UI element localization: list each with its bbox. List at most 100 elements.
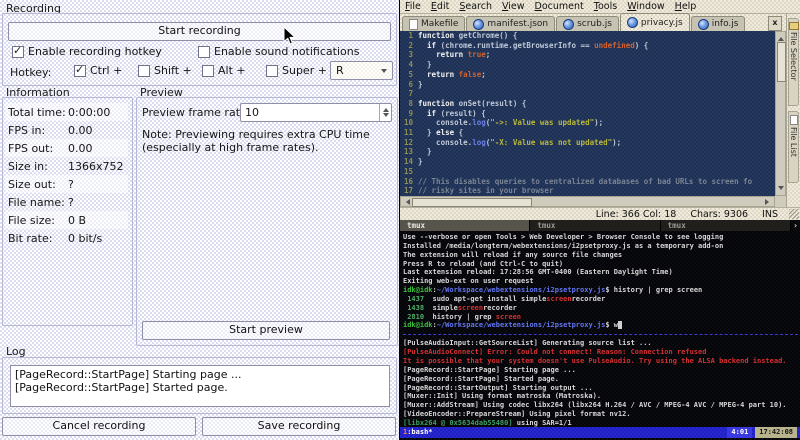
terminal-line: [Muxer::AddStream] Using codec libx264 (…: [403, 401, 787, 410]
info-value: 0:00:00: [68, 105, 111, 119]
spinbox-arrows[interactable]: [379, 104, 391, 121]
line-number: 10: [403, 118, 413, 128]
editor-tab-manifest.json[interactable]: manifest.json: [466, 16, 556, 31]
cancel-recording-button[interactable]: Cancel recording: [2, 417, 196, 436]
menu-search[interactable]: Search: [454, 0, 497, 13]
tmux-window-name[interactable]: :bash*: [407, 427, 432, 438]
terminal-line: [PageRecord::StartPage] Started page.: [403, 374, 559, 383]
editor-tab-Makefile[interactable]: Makefile: [402, 16, 466, 31]
hotkey-key-dropdown[interactable]: R: [330, 61, 393, 80]
resize-grip[interactable]: [789, 209, 799, 219]
horizontal-scrollbar[interactable]: [400, 196, 775, 207]
horizontal-scrollbar-thumb[interactable]: [412, 198, 532, 207]
info-label: Bit rate:: [8, 231, 53, 245]
hotkey-label: Hotkey:: [10, 66, 52, 79]
info-row: FPS out: 0.00: [5, 139, 128, 157]
line-number: 7: [408, 89, 413, 99]
scroll-down-icon[interactable]: [778, 186, 784, 193]
hotkey-mod-shift[interactable]: Shift +: [138, 64, 202, 77]
tmux-status-clock: 17:42:08: [755, 427, 797, 438]
preview-note-line1: Note: Previewing requires extra CPU time: [142, 128, 370, 141]
log-textarea[interactable]: [PageRecord::StartPage] Starting page ..…: [10, 365, 390, 407]
terminal-line: 2810 history | grep screen: [403, 312, 522, 321]
modifier-label: Shift +: [154, 64, 192, 77]
editor-window: File Edit Search View Document Tools Window Hel…: [400, 0, 800, 220]
menu-mnemonic: W: [627, 1, 637, 12]
code-area[interactable]: 1 function getChrome() {2 if (chrome.runt…: [400, 31, 775, 196]
start-recording-button[interactable]: Start recording: [8, 22, 391, 41]
enable-hotkey-checkbox[interactable]: Enable recording hotkey: [12, 44, 162, 58]
info-value: 0 bit/s: [68, 231, 103, 245]
scroll-right-icon[interactable]: [765, 199, 772, 205]
status-line-col: Line: 366 Col: 18: [595, 208, 677, 220]
file-list-side-tab[interactable]: File List: [788, 111, 799, 183]
code-line: 6}: [400, 80, 775, 90]
line-number: 5: [408, 69, 413, 79]
hotkey-mod-alt[interactable]: Alt +: [202, 64, 266, 77]
code-line: 14}: [400, 157, 775, 167]
script-file-icon: [473, 18, 485, 30]
enable-sound-checkbox[interactable]: Enable sound notifications: [198, 45, 359, 58]
terminal-tab-3[interactable]: tmux: [660, 220, 791, 231]
terminal-window: tmux tmux tmux › Use --verbose or open Tool…: [400, 220, 800, 440]
modifier-checkbox-box[interactable]: [266, 64, 278, 77]
enable-sound-checkbox-box[interactable]: [198, 45, 210, 58]
info-value: 0 B: [68, 213, 87, 227]
mouse-cursor: [283, 26, 296, 45]
vertical-scrollbar[interactable]: [775, 31, 786, 196]
line-number: 17: [403, 186, 413, 196]
info-label: File name:: [8, 195, 65, 209]
editor-tab-scrub.js[interactable]: scrub.js: [556, 16, 619, 31]
menu-document[interactable]: Document: [530, 0, 589, 13]
info-label: Size out:: [8, 177, 56, 191]
file-selector-side-tab[interactable]: File Selector: [788, 18, 799, 106]
line-number: 14: [403, 157, 413, 167]
menu-tools[interactable]: Tools: [589, 0, 622, 13]
terminal-line: [PageRecord::StartOutput] Starting outpu…: [403, 383, 593, 392]
menu-help[interactable]: Help: [670, 0, 702, 13]
editor-tab-privacy.js[interactable]: privacy.js: [619, 13, 690, 31]
info-row: Total time: 0:00:00: [5, 103, 128, 121]
tab-label: Makefile: [421, 19, 459, 29]
plain-file-icon: [409, 18, 418, 30]
start-preview-button[interactable]: Start preview: [142, 321, 390, 340]
modifier-checkbox-box[interactable]: [202, 64, 214, 77]
enable-hotkey-checkbox-box[interactable]: [12, 44, 24, 58]
save-recording-button[interactable]: Save recording: [202, 417, 396, 436]
spin-down-icon[interactable]: [382, 113, 389, 120]
code-line: 9 if (result) {: [400, 109, 775, 119]
info-label: Size in:: [8, 159, 48, 173]
terminal-tab-1[interactable]: tmux: [400, 220, 531, 231]
line-number: 1: [408, 31, 413, 40]
terminal-line: [libx264 @ 0x5634dab55480] using SAR=1/1: [403, 418, 572, 427]
scroll-up-icon[interactable]: [778, 34, 784, 41]
terminal-tab-2[interactable]: tmux: [530, 220, 661, 231]
menu-view[interactable]: View: [497, 0, 530, 13]
chevron-down-icon: [381, 68, 387, 76]
menu-window[interactable]: Window: [622, 0, 669, 13]
info-label: File size:: [8, 213, 55, 227]
hotkey-mod-ctrl[interactable]: Ctrl +: [74, 63, 138, 77]
modifier-checkbox-box[interactable]: [74, 63, 86, 77]
hotkey-mod-super[interactable]: Super +: [266, 64, 330, 77]
code-line: 5 return false;: [400, 70, 775, 80]
terminal-body[interactable]: Use --verbose or open Tools > Web Develo…: [400, 231, 800, 427]
scroll-left-icon[interactable]: [403, 199, 410, 205]
close-tab-button[interactable]: x: [768, 16, 782, 31]
terminal-line: Press R to reload (and Ctrl-C to quit): [403, 259, 564, 268]
terminal-line: Use --verbose or open Tools > Web Develo…: [403, 233, 724, 241]
vertical-scrollbar-thumb[interactable]: [777, 42, 786, 82]
menu-mnemonic: T: [593, 1, 598, 12]
preview-frame-rate-value: 10: [245, 106, 259, 119]
line-number: 15: [403, 166, 413, 176]
terminal-line: [PulseAudioInput::GetSourceList] Generat…: [403, 339, 652, 348]
line-number: 16: [403, 176, 413, 186]
preview-frame-rate-spinbox[interactable]: 10: [240, 103, 392, 122]
editor-tab-info.js[interactable]: info.js: [690, 16, 746, 31]
more-tabs-icon[interactable]: ›: [791, 220, 800, 231]
spin-up-icon[interactable]: [382, 105, 389, 112]
modifier-checkbox-box[interactable]: [138, 64, 150, 77]
menu-edit[interactable]: Edit: [426, 0, 454, 13]
menu-file[interactable]: File: [400, 0, 426, 13]
script-file-icon: [697, 18, 709, 30]
